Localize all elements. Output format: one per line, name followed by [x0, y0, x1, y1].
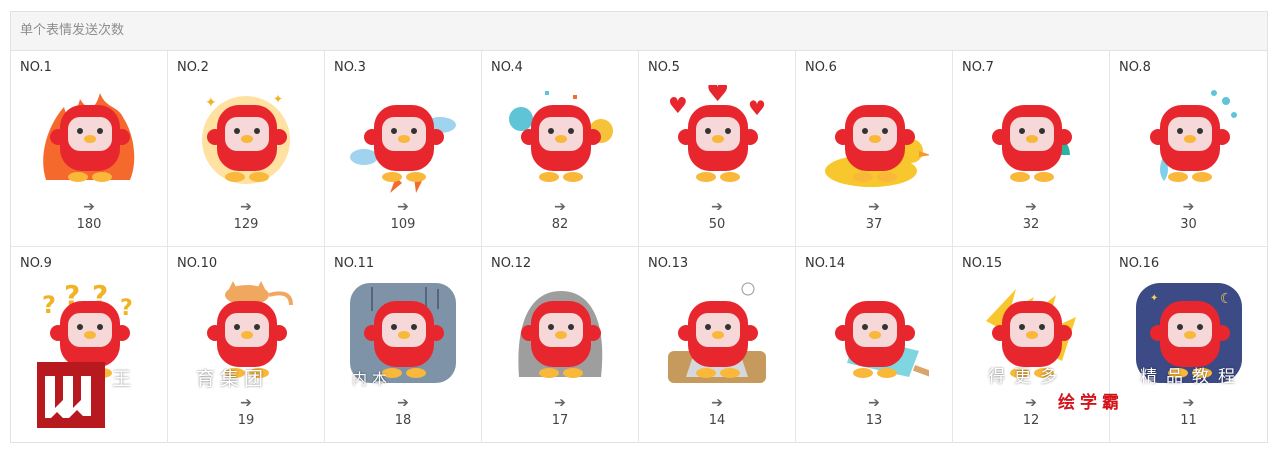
sticker-cell: NO.12 ➔ 17 [482, 247, 639, 443]
mascot-on-fire-icon [43, 93, 135, 182]
sticker-cell: NO.3 ➔ 109 [325, 51, 482, 247]
sticker-rank: NO.5 [648, 60, 680, 75]
arrow-right-icon: ➔ [554, 395, 566, 411]
sticker-cell: NO.7 ➔ 32 [953, 51, 1110, 247]
arrow-right-icon: ➔ [240, 395, 252, 411]
arrow-right-icon: ➔ [397, 395, 409, 411]
send-count: 17 [551, 413, 569, 428]
watermark-text: 育集团 [196, 368, 269, 390]
svg-text:?: ? [120, 296, 133, 321]
send-count: 129 [233, 217, 259, 232]
send-count: 32 [1022, 217, 1040, 232]
send-count: 30 [1180, 217, 1197, 232]
sticker-cell: NO.5 ♥ ♥ ♥ ➔ 50 [639, 51, 796, 247]
sticker-cell: NO.15 ➔ 12 [953, 247, 1110, 443]
send-count: 109 [390, 217, 416, 232]
sticker-cell: NO.6 ➔ 37 [796, 51, 953, 247]
sticker-image [819, 281, 932, 391]
watermark-text: 得更多 [988, 367, 1066, 387]
sticker-rank: NO.2 [177, 60, 209, 75]
sticker-rank: NO.6 [805, 60, 837, 75]
sticker-rank: NO.1 [20, 60, 52, 75]
mascot-cheering-pompoms-icon [509, 91, 613, 182]
arrow-right-icon: ➔ [240, 199, 252, 215]
sticker-image [976, 85, 1086, 195]
sticker-rank: NO.7 [962, 60, 994, 75]
sticker-rank: NO.13 [648, 256, 689, 271]
svg-text:✦: ✦ [273, 92, 283, 106]
send-count: 13 [865, 413, 883, 428]
arrow-right-icon: ➔ [554, 199, 566, 215]
svg-text:☾: ☾ [1220, 291, 1233, 307]
sticker-image [505, 281, 615, 391]
arrow-right-icon: ➔ [1182, 199, 1195, 215]
sticker-rank: NO.15 [962, 256, 1003, 271]
send-count: 19 [237, 413, 255, 428]
watermark-logo-icon [37, 362, 105, 428]
sticker-image [819, 85, 931, 195]
arrow-right-icon: ➔ [711, 395, 723, 411]
svg-text:✦: ✦ [1150, 293, 1158, 304]
arrow-right-icon: ➔ [868, 395, 880, 411]
send-count: 18 [394, 413, 412, 428]
mascot-hearts-icon: ♥ ♥ ♥ [668, 78, 766, 182]
sticker-cell: NO.2 ✦ ✦ ➔ 129 [168, 51, 325, 247]
sticker-cell: NO.16 ☾ ✦ ➔ 11 [1110, 247, 1267, 443]
watermark-text: 王 [112, 368, 137, 390]
sticker-rank: NO.9 [20, 256, 52, 271]
sticker-rank: NO.14 [805, 256, 846, 271]
svg-text:♥: ♥ [748, 96, 766, 120]
sticker-image [662, 281, 772, 391]
sticker-cell: NO.1 ➔ 180 [11, 51, 168, 247]
svg-text:♥: ♥ [668, 94, 688, 119]
sticker-image [1134, 85, 1244, 195]
sticker-cell: NO.13 ➔ 14 [639, 247, 796, 443]
send-count: 12 [1022, 413, 1040, 428]
sticker-cell: NO.4 ➔ 82 [482, 51, 639, 247]
arrow-right-icon: ➔ [1182, 395, 1195, 411]
sticker-rank: NO.11 [334, 256, 375, 271]
sticker-cell: NO.14 ➔ 13 [796, 247, 953, 443]
watermark-brand: 绘学霸 [1058, 393, 1124, 413]
arrow-right-icon: ➔ [397, 199, 409, 215]
sticker-rank: NO.3 [334, 60, 366, 75]
arrow-right-icon: ➔ [83, 199, 95, 215]
mascot-fan-icon [992, 105, 1072, 182]
sticker-cell: NO.8 ➔ 30 [1110, 51, 1267, 247]
watermark-text: 内本 [352, 370, 393, 388]
sticker-image [505, 85, 615, 195]
sticker-rank: NO.8 [1119, 60, 1151, 75]
sticker-image: ♥ ♥ ♥ [662, 78, 772, 195]
send-count: 50 [708, 217, 726, 232]
arrow-right-icon: ➔ [868, 199, 880, 215]
mascot-popsicle-icon [835, 301, 932, 378]
watermark-text: 精品教程 [1140, 367, 1244, 387]
svg-text:✦: ✦ [205, 95, 217, 111]
sticker-rank: NO.16 [1119, 256, 1160, 271]
panel-title: 单个表情发送次数 [11, 12, 1267, 51]
sticker-rank: NO.4 [491, 60, 523, 75]
mascot-laptop-icon [668, 282, 766, 383]
sticker-image [34, 85, 144, 195]
sticker-rank: NO.10 [177, 256, 218, 271]
send-count: 14 [708, 413, 726, 428]
send-count: 11 [1180, 413, 1197, 428]
arrow-right-icon: ➔ [711, 199, 723, 215]
send-count: 82 [551, 217, 569, 232]
sticker-cell: NO.10 ➔ 19 [168, 247, 325, 443]
svg-text:?: ? [42, 291, 56, 319]
sticker-image: ✦ ✦ [191, 85, 301, 195]
mascot-rocket-flying-icon [350, 105, 456, 193]
sticker-cell: NO.11 ➔ 18 [325, 247, 482, 443]
svg-text:♥: ♥ [706, 85, 729, 108]
mascot-crying-icon [1149, 90, 1237, 182]
sticker-image [348, 85, 458, 195]
mascot-happy-sunburst-icon: ✦ ✦ [202, 92, 290, 184]
send-count: 180 [76, 217, 102, 232]
mascot-duck-float-icon [825, 105, 931, 187]
sticker-rank: NO.12 [491, 256, 532, 271]
arrow-right-icon: ➔ [1025, 199, 1037, 215]
mascot-ghost-icon [518, 291, 603, 378]
send-count: 37 [865, 217, 883, 232]
